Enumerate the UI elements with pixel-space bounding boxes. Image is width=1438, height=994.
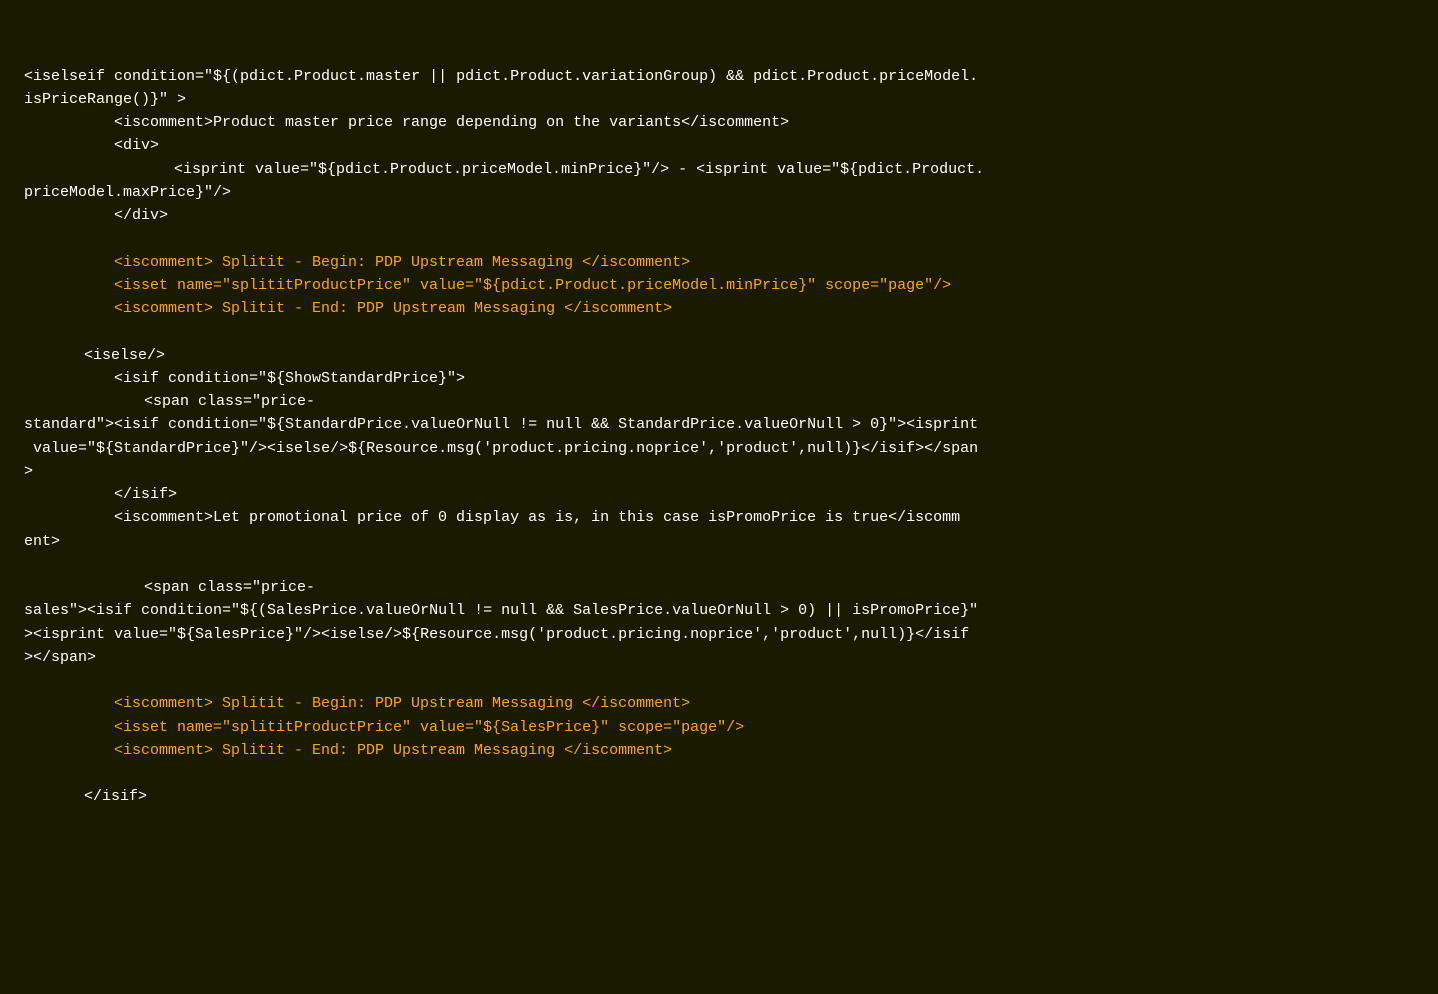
code-blank-line bbox=[24, 669, 1414, 692]
code-blank-line bbox=[24, 227, 1414, 250]
code-line: </div> bbox=[24, 204, 1414, 227]
code-line: value="${StandardPrice}"/><iselse/>${Res… bbox=[24, 437, 1414, 460]
code-line: <span class="price- bbox=[24, 390, 1414, 413]
code-line: standard"><isif condition="${StandardPri… bbox=[24, 413, 1414, 436]
code-line: <isprint value="${pdict.Product.priceMod… bbox=[24, 158, 1414, 181]
code-editor: <iselseif condition="${(pdict.Product.ma… bbox=[0, 0, 1438, 850]
code-line: sales"><isif condition="${(SalesPrice.va… bbox=[24, 599, 1414, 622]
code-line: ent> bbox=[24, 530, 1414, 553]
code-content: <iselseif condition="${(pdict.Product.ma… bbox=[24, 65, 1414, 809]
code-line: <iscomment> Splitit - Begin: PDP Upstrea… bbox=[24, 251, 1414, 274]
code-line: <isif condition="${ShowStandardPrice}"> bbox=[24, 367, 1414, 390]
code-line: <iscomment>Let promotional price of 0 di… bbox=[24, 506, 1414, 529]
code-line: </isif> bbox=[24, 483, 1414, 506]
code-line: <iscomment>Product master price range de… bbox=[24, 111, 1414, 134]
code-line: <iselseif condition="${(pdict.Product.ma… bbox=[24, 65, 1414, 88]
code-blank-line bbox=[24, 762, 1414, 785]
code-blank-line bbox=[24, 320, 1414, 343]
code-line: > bbox=[24, 460, 1414, 483]
code-line: <iscomment> Splitit - End: PDP Upstream … bbox=[24, 739, 1414, 762]
code-line: <iscomment> Splitit - End: PDP Upstream … bbox=[24, 297, 1414, 320]
code-line: <isset name="splititProductPrice" value=… bbox=[24, 274, 1414, 297]
code-line: <isset name="splititProductPrice" value=… bbox=[24, 716, 1414, 739]
code-line: isPriceRange()}" > bbox=[24, 88, 1414, 111]
code-line: <iselse/> bbox=[24, 344, 1414, 367]
code-line: <span class="price- bbox=[24, 576, 1414, 599]
code-line: </isif> bbox=[24, 785, 1414, 808]
code-line: priceModel.maxPrice}"/> bbox=[24, 181, 1414, 204]
code-line: ></span> bbox=[24, 646, 1414, 669]
code-blank-line bbox=[24, 553, 1414, 576]
code-line: <div> bbox=[24, 134, 1414, 157]
code-line: <iscomment> Splitit - Begin: PDP Upstrea… bbox=[24, 692, 1414, 715]
code-line: ><isprint value="${SalesPrice}"/><iselse… bbox=[24, 623, 1414, 646]
